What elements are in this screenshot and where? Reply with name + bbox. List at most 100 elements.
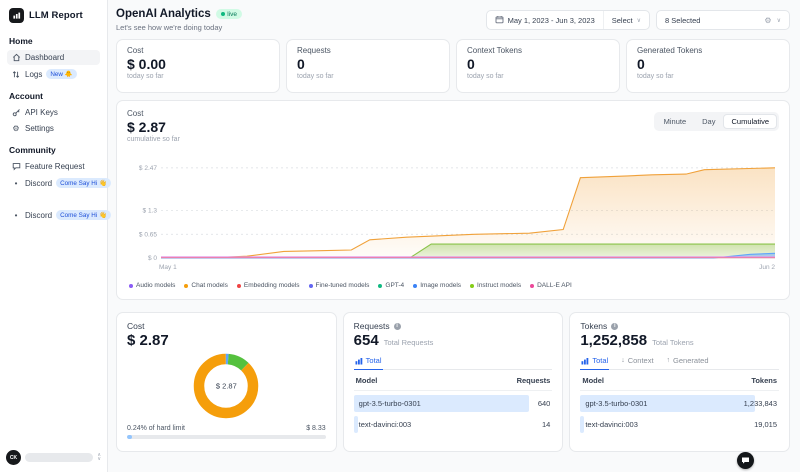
sidebar-item-label: Feature Request <box>25 162 85 171</box>
models-filter-dropdown[interactable]: 8 Selected ⚙ ∨ <box>656 10 790 30</box>
app-logo[interactable]: LLM Report <box>7 8 100 23</box>
card-label: Tokens <box>580 321 607 331</box>
table-row[interactable]: gpt-3.5-turbo-0301 640 <box>354 395 553 412</box>
legend-item[interactable]: DALL-E API <box>530 282 572 289</box>
toggle-cumulative[interactable]: Cumulative <box>723 114 777 129</box>
sidebar-item-api-keys[interactable]: API Keys <box>7 105 100 120</box>
app-window: LLM Report Home Dashboard Logs New 🐥 Acc… <box>0 0 800 472</box>
legend-label: Image models <box>420 282 461 289</box>
tab-label: Generated <box>673 356 708 365</box>
bar-chart-logo-icon <box>9 8 24 23</box>
requests-tabs: Total <box>354 355 553 370</box>
legend-label: Instruct models <box>477 282 521 289</box>
stat-label: Generated Tokens <box>637 46 779 55</box>
x-tick-label: May 1 <box>159 264 177 271</box>
legend-item[interactable]: Audio models <box>129 282 175 289</box>
date-range-picker[interactable]: May 1, 2023 - Jun 3, 2023 <box>487 11 603 29</box>
download-arrow-icon: ↓ <box>621 357 625 364</box>
gear-icon: ⚙ <box>764 16 771 25</box>
info-icon[interactable]: i <box>394 323 401 330</box>
come-say-hi-badge: Come Say Hi 👋 <box>56 210 111 220</box>
stat-card-requests: Requests 0 today so far <box>286 39 450 93</box>
legend-dot <box>530 284 534 288</box>
table-row[interactable]: text-davinci:003 19,015 <box>580 416 779 433</box>
main-content: OpenAI Analytics live Let's see how we'r… <box>108 0 800 472</box>
key-icon <box>11 108 21 117</box>
sidebar-item-settings[interactable]: ⚙ Settings <box>7 121 100 136</box>
sidebar-section-community: Community <box>9 145 98 155</box>
legend-dot <box>237 284 241 288</box>
legend-item[interactable]: Embedding models <box>237 282 300 289</box>
cost-area-chart[interactable]: $ 0$ 0.65$ 1.3$ 2.47May 1Jun 2 <box>127 145 779 279</box>
stat-card-generated-tokens: Generated Tokens 0 today so far <box>626 39 790 93</box>
live-status-badge: live <box>216 9 242 19</box>
tab-context[interactable]: ↓ Context <box>620 355 654 370</box>
table-row[interactable]: text-davinci:003 14 <box>354 416 553 433</box>
sidebar-item-label: Dashboard <box>25 53 64 62</box>
legend-label: DALL-E API <box>537 282 572 289</box>
hard-limit-progress-fill <box>127 435 132 439</box>
info-icon[interactable]: i <box>611 323 618 330</box>
user-menu[interactable]: CK ∧∨ <box>6 450 101 465</box>
tab-total[interactable]: Total <box>580 355 609 370</box>
live-label: live <box>227 11 237 18</box>
toggle-day[interactable]: Day <box>694 114 723 129</box>
sidebar-item-logs[interactable]: Logs New 🐥 <box>7 66 100 82</box>
calendar-icon <box>495 15 504 26</box>
row-value: 19,015 <box>754 420 779 429</box>
models-filter-value: 8 Selected <box>665 16 700 25</box>
tokens-card: Tokens i 1,252,858 Total Tokens Total ↓ … <box>569 312 790 452</box>
sidebar: LLM Report Home Dashboard Logs New 🐥 Acc… <box>0 0 108 472</box>
hard-limit-text: 0.24% of hard limit <box>127 425 185 432</box>
legend-item[interactable]: Chat models <box>184 282 228 289</box>
row-value: 14 <box>542 420 552 429</box>
sort-arrows-icon <box>11 70 21 79</box>
username-placeholder <box>25 453 93 462</box>
cost-total: $ 2.87 <box>127 332 169 349</box>
model-name: gpt-3.5-turbo-0301 <box>354 399 421 408</box>
page-subtitle: Let's see how we're doing today <box>116 23 242 32</box>
chat-widget-button[interactable] <box>737 452 754 469</box>
bullet-icon: • <box>11 179 21 188</box>
stat-card-context-tokens: Context Tokens 0 today so far <box>456 39 620 93</box>
legend-label: Fine-tuned models <box>316 282 370 289</box>
tab-label: Context <box>628 356 654 365</box>
table-row[interactable]: gpt-3.5-turbo-0301 1,233,843 <box>580 395 779 412</box>
toggle-minute[interactable]: Minute <box>656 114 695 129</box>
sidebar-item-feature-request[interactable]: Feature Request <box>7 159 100 174</box>
legend-dot <box>309 284 313 288</box>
legend-dot <box>413 284 417 288</box>
hard-limit-progress <box>127 435 326 439</box>
legend-item[interactable]: Fine-tuned models <box>309 282 370 289</box>
stat-value: 0 <box>637 56 779 72</box>
sidebar-item-label: Discord <box>25 211 52 220</box>
legend-item[interactable]: GPT-4 <box>378 282 404 289</box>
card-label: Requests <box>354 321 390 331</box>
legend-label: GPT-4 <box>385 282 404 289</box>
sidebar-item-label: Settings <box>25 124 54 133</box>
cost-donut-chart[interactable]: $ 2.87 <box>127 352 326 420</box>
stat-sub: today so far <box>467 73 609 80</box>
tab-generated[interactable]: ↑ Generated <box>666 355 710 370</box>
legend-item[interactable]: Instruct models <box>470 282 521 289</box>
sidebar-item-label: Discord <box>25 179 52 188</box>
model-name: text-davinci:003 <box>580 420 638 429</box>
date-preset-select[interactable]: Select ∨ <box>603 11 649 29</box>
sidebar-section-account: Account <box>9 91 98 101</box>
tokens-table: Model Tokens gpt-3.5-turbo-0301 1,233,84… <box>580 370 779 433</box>
tab-total[interactable]: Total <box>354 355 383 370</box>
live-dot-icon <box>221 12 225 16</box>
header-controls: May 1, 2023 - Jun 3, 2023 Select ∨ 8 Sel… <box>486 10 790 30</box>
x-tick-label: Jun 2 <box>759 264 775 271</box>
legend-item[interactable]: Image models <box>413 282 461 289</box>
tokens-total-label: Total Tokens <box>652 338 694 347</box>
model-name: gpt-3.5-turbo-0301 <box>580 399 647 408</box>
select-label: Select <box>612 16 633 25</box>
sidebar-section-home: Home <box>9 36 98 46</box>
bar-chart-icon <box>355 357 363 365</box>
sidebar-item-dashboard[interactable]: Dashboard <box>7 50 100 65</box>
chart-granularity-toggle: Minute Day Cumulative <box>654 112 779 131</box>
sidebar-item-discord-2[interactable]: • Discord Come Say Hi 👋 <box>7 207 100 223</box>
sidebar-item-discord-1[interactable]: • Discord Come Say Hi 👋 <box>7 175 100 191</box>
legend-dot <box>470 284 474 288</box>
